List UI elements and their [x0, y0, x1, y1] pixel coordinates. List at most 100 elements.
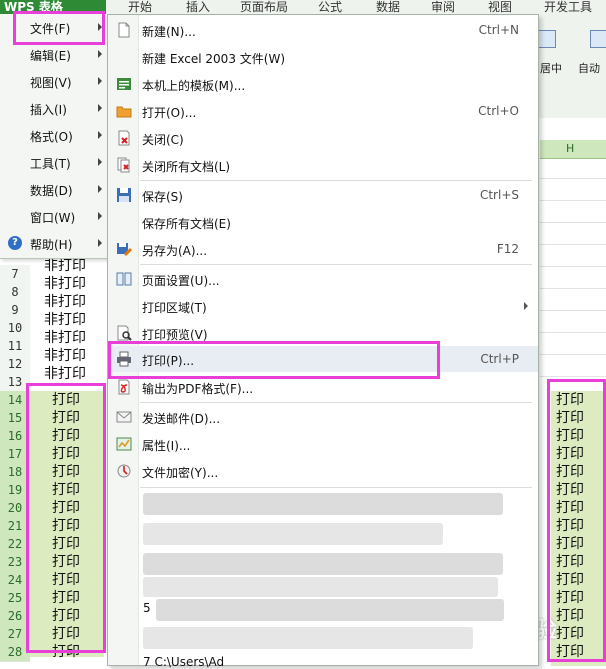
- grid-line: [540, 266, 606, 267]
- menu-print-area[interactable]: 打印区域(T): [108, 293, 538, 319]
- highlight-file-menu: [13, 11, 105, 45]
- recent-file-blurred[interactable]: [143, 627, 473, 649]
- auto-wrap-icon[interactable]: [590, 30, 606, 48]
- grid-line: [540, 222, 606, 223]
- row-header[interactable]: 9: [0, 301, 30, 320]
- menu-label: 保存所有文档(E): [142, 217, 231, 231]
- menu-label: 新建(N)...: [142, 25, 196, 39]
- row-header[interactable]: 7: [0, 265, 30, 284]
- row-header[interactable]: 12: [0, 355, 30, 374]
- menu-page-setup[interactable]: 页面设置(U)...: [108, 266, 538, 292]
- cell-non-print[interactable]: 非打印: [44, 365, 86, 383]
- grid-line: [540, 354, 606, 355]
- cell-non-print[interactable]: 非打印: [44, 347, 86, 365]
- encrypt-icon: [116, 463, 132, 479]
- cell-non-print[interactable]: 非打印: [44, 293, 86, 311]
- grid-line: [540, 200, 606, 201]
- menu-templates[interactable]: 本机上的模板(M)...: [108, 71, 538, 97]
- menu-new-2003[interactable]: 新建 Excel 2003 文件(W): [108, 44, 538, 70]
- recent-file-blurred[interactable]: [143, 577, 498, 597]
- tab-view[interactable]: 视图: [488, 0, 512, 14]
- menu-separator: [140, 487, 532, 488]
- chevron-right-icon: [98, 77, 102, 85]
- menu-label: 文件加密(Y)...: [142, 466, 219, 480]
- pdf-icon: [116, 379, 132, 395]
- menu-label: 打印区域(T): [142, 301, 207, 315]
- menu-save-as[interactable]: 另存为(A)... F12: [108, 236, 538, 262]
- menu-label: 关闭(C): [142, 133, 184, 147]
- highlight-print-item: [108, 341, 440, 379]
- shortcut-label: Ctrl+P: [480, 352, 519, 366]
- cell-non-print[interactable]: 非打印: [44, 257, 86, 275]
- menu-item-help[interactable]: ? 帮助(H): [0, 230, 107, 257]
- menu-item-insert[interactable]: 插入(I): [0, 95, 107, 122]
- properties-icon: [116, 436, 132, 452]
- open-folder-icon: [116, 103, 132, 119]
- shortcut-label: Ctrl+O: [478, 104, 519, 118]
- menu-item-view[interactable]: 视图(V): [0, 68, 107, 95]
- menu-label: 发送邮件(D)...: [142, 412, 221, 426]
- highlight-print-range-left: [26, 383, 106, 653]
- tab-formula[interactable]: 公式: [318, 0, 342, 14]
- new-file-icon: [116, 22, 132, 38]
- menu-encrypt[interactable]: 文件加密(Y)...: [108, 458, 538, 484]
- menu-item-data[interactable]: 数据(D): [0, 176, 107, 203]
- menu-item-edit[interactable]: 编辑(E): [0, 41, 107, 68]
- tab-data[interactable]: 数据: [376, 0, 400, 14]
- grid-line: [540, 310, 606, 311]
- menu-save-all[interactable]: 保存所有文档(E): [108, 209, 538, 235]
- menu-properties[interactable]: 属性(I)...: [108, 431, 538, 457]
- column-header-h[interactable]: H: [540, 140, 606, 159]
- merge-center-icon[interactable]: [538, 30, 556, 48]
- menu-item-label: 帮助(H): [30, 238, 73, 252]
- menu-send-mail[interactable]: 发送邮件(D)...: [108, 404, 538, 430]
- menu-close[interactable]: 关闭(C): [108, 125, 538, 151]
- menu-separator: [140, 402, 532, 403]
- menu-open[interactable]: 打开(O)... Ctrl+O: [108, 98, 538, 124]
- recent-file-blurred[interactable]: [143, 553, 503, 575]
- row-header[interactable]: 11: [0, 337, 30, 356]
- grid-line: [540, 288, 606, 289]
- menu-label: 本机上的模板(M)...: [142, 79, 246, 93]
- grid-line: [540, 244, 606, 245]
- auto-wrap-label[interactable]: 自动: [578, 60, 600, 76]
- menu-item-label: 插入(I): [30, 103, 67, 117]
- menu-item-label: 格式(O): [30, 130, 73, 144]
- menu-item-label: 视图(V): [30, 76, 72, 90]
- recent-file-blurred[interactable]: [143, 523, 443, 545]
- cell-non-print[interactable]: 非打印: [44, 275, 86, 293]
- menu-label: 输出为PDF格式(F)...: [142, 382, 254, 396]
- template-icon: [116, 76, 132, 92]
- menu-item-tools[interactable]: 工具(T): [0, 149, 107, 176]
- highlight-print-range-right: [547, 379, 606, 662]
- close-file-icon: [116, 130, 132, 146]
- menu-item-window[interactable]: 窗口(W): [0, 203, 107, 230]
- menu-label: 保存(S): [142, 190, 183, 204]
- shortcut-label: Ctrl+S: [479, 188, 519, 202]
- merge-center-label[interactable]: 居中: [540, 60, 562, 76]
- menu-item-label: 编辑(E): [30, 49, 71, 63]
- tab-insert[interactable]: 插入: [186, 0, 210, 14]
- menu-label: 另存为(A)...: [142, 244, 208, 258]
- menu-save[interactable]: 保存(S) Ctrl+S: [108, 182, 538, 208]
- cell-non-print[interactable]: 非打印: [44, 329, 86, 347]
- recent-file-number: 5: [143, 601, 151, 615]
- tab-review[interactable]: 审阅: [431, 0, 455, 14]
- menu-separator: [140, 180, 532, 181]
- tab-page-layout[interactable]: 页面布局: [240, 0, 288, 14]
- chevron-right-icon: [98, 185, 102, 193]
- menu-new[interactable]: 新建(N)... Ctrl+N: [108, 17, 538, 43]
- tab-developer[interactable]: 开发工具: [544, 0, 592, 14]
- save-icon: [116, 187, 132, 203]
- tab-home[interactable]: 开始: [128, 0, 152, 14]
- recent-file-blurred[interactable]: [156, 599, 504, 621]
- recent-file-blurred[interactable]: [143, 493, 503, 515]
- column-label: H: [566, 142, 575, 155]
- recent-file-7[interactable]: 7 C:\Users\Ad: [143, 655, 224, 669]
- cell-non-print[interactable]: 非打印: [44, 311, 86, 329]
- row-header[interactable]: 8: [0, 283, 30, 302]
- menu-item-format[interactable]: 格式(O): [0, 122, 107, 149]
- row-header[interactable]: 10: [0, 319, 30, 338]
- menu-close-all[interactable]: 关闭所有文档(L): [108, 152, 538, 178]
- main-menu: 文件(F) 编辑(E) 视图(V) 插入(I) 格式(O) 工具(T) 数据(D…: [0, 14, 108, 259]
